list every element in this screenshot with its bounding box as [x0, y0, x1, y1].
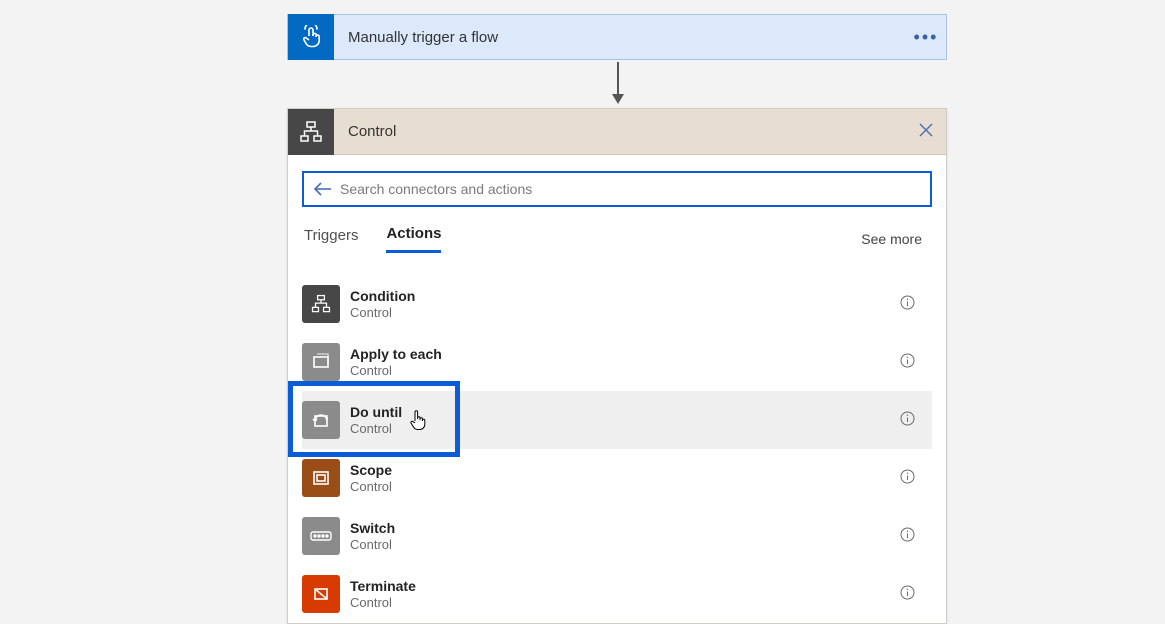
action-text: TerminateControl: [350, 578, 890, 610]
action-item-apply-to-each[interactable]: Apply to eachControl: [302, 333, 932, 391]
action-title: Terminate: [350, 578, 890, 595]
action-subtitle: Control: [350, 595, 890, 611]
trigger-icon-box: [288, 14, 334, 60]
trigger-menu-button[interactable]: •••: [906, 27, 946, 48]
info-button[interactable]: [890, 527, 924, 546]
action-item-do-until[interactable]: Do untilControl: [302, 391, 932, 449]
action-item-condition[interactable]: ConditionControl: [302, 275, 932, 333]
close-button[interactable]: [906, 122, 946, 142]
info-button[interactable]: [890, 585, 924, 604]
search-input[interactable]: [334, 181, 922, 197]
see-more-link[interactable]: See more: [861, 231, 930, 247]
action-text: Apply to eachControl: [350, 346, 890, 378]
control-icon: [298, 119, 324, 145]
info-icon: [900, 469, 915, 484]
action-subtitle: Control: [350, 363, 890, 379]
action-subtitle: Control: [350, 537, 890, 553]
control-title: Control: [334, 123, 906, 140]
action-text: Do untilControl: [350, 404, 890, 436]
action-text: ConditionControl: [350, 288, 890, 320]
action-text: SwitchControl: [350, 520, 890, 552]
tab-triggers[interactable]: Triggers: [304, 227, 358, 252]
action-text: ScopeControl: [350, 462, 890, 494]
trigger-card[interactable]: Manually trigger a flow •••: [287, 14, 947, 60]
action-title: Switch: [350, 520, 890, 537]
action-subtitle: Control: [350, 421, 890, 437]
condition-icon: [302, 285, 340, 323]
action-item-terminate[interactable]: TerminateControl: [302, 565, 932, 623]
action-subtitle: Control: [350, 305, 890, 321]
panel-body: Triggers Actions See more ConditionContr…: [288, 155, 946, 623]
info-button[interactable]: [890, 353, 924, 372]
info-icon: [900, 527, 915, 542]
control-header: Control: [288, 109, 946, 155]
touch-icon: [299, 25, 323, 49]
back-arrow-icon: [314, 182, 332, 196]
action-item-switch[interactable]: SwitchControl: [302, 507, 932, 565]
do-until-icon: [302, 401, 340, 439]
info-button[interactable]: [890, 295, 924, 314]
action-subtitle: Control: [350, 479, 890, 495]
action-title: Do until: [350, 404, 890, 421]
info-button[interactable]: [890, 411, 924, 430]
search-row: [302, 171, 932, 207]
control-icon-box: [288, 109, 334, 155]
apply-each-icon: [302, 343, 340, 381]
actions-list: ConditionControlApply to eachControlDo u…: [302, 275, 932, 623]
info-icon: [900, 585, 915, 600]
action-title: Condition: [350, 288, 890, 305]
action-item-scope[interactable]: ScopeControl: [302, 449, 932, 507]
tab-actions[interactable]: Actions: [386, 225, 441, 253]
action-title: Apply to each: [350, 346, 890, 363]
tabs-row: Triggers Actions See more: [302, 225, 932, 261]
trigger-label: Manually trigger a flow: [334, 29, 906, 46]
scope-icon: [302, 459, 340, 497]
info-icon: [900, 295, 915, 310]
terminate-icon: [302, 575, 340, 613]
switch-icon: [302, 517, 340, 555]
info-icon: [900, 353, 915, 368]
close-icon: [919, 123, 933, 137]
info-button[interactable]: [890, 469, 924, 488]
action-title: Scope: [350, 462, 890, 479]
search-back-button[interactable]: [312, 182, 334, 196]
control-panel: Control Triggers Actio: [287, 108, 947, 624]
info-icon: [900, 411, 915, 426]
flow-arrow: [617, 62, 619, 102]
